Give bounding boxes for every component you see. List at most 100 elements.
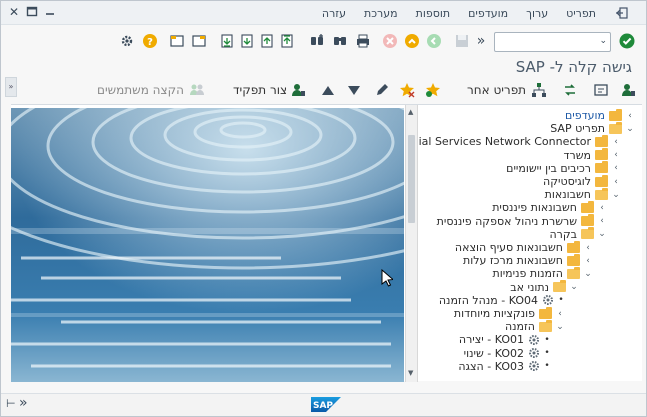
menu-item-help[interactable]: עזרה (322, 7, 346, 20)
scroll-up-icon[interactable]: ▲ (408, 108, 413, 116)
exit-icon[interactable] (404, 33, 420, 49)
chevron-down-icon[interactable]: ⌄ (612, 190, 620, 200)
tree-node[interactable]: ‹ Financial Services Network Connector (419, 134, 620, 148)
enter-checkmark-icon[interactable] (619, 33, 635, 49)
tree-node-label: הזמנות פנימיות (492, 267, 564, 281)
tree-node[interactable]: ‹ משרד (564, 148, 620, 162)
chevron-down-icon[interactable]: ⌄ (598, 229, 606, 239)
sap-menu-icon[interactable] (620, 82, 636, 98)
move-down-icon[interactable] (346, 82, 362, 98)
first-page-icon[interactable] (279, 33, 295, 49)
folder-icon (539, 306, 552, 319)
folder-open-icon (553, 280, 566, 293)
tree-node[interactable]: ‹ מועדפים (565, 108, 634, 122)
find-next-icon[interactable] (309, 33, 325, 49)
tree-node-label: KO03 - הצגה (458, 359, 524, 373)
tree-node[interactable]: ⌄ הזמנה (505, 319, 564, 333)
folder-icon (595, 161, 608, 174)
user-menu-icon[interactable] (593, 82, 609, 98)
help-icon[interactable]: ? (142, 33, 158, 49)
chevron-left-icon[interactable]: ‹ (612, 177, 620, 187)
sap-menu-tree-icon[interactable] (531, 82, 547, 98)
menu-item-edit[interactable]: ערוך (526, 7, 548, 20)
back-icon[interactable] (426, 33, 442, 49)
command-field[interactable]: ⌄ (494, 32, 611, 52)
chevron-left-icon[interactable]: ‹ (612, 150, 620, 160)
tree-node[interactable]: ‹ שרשרת ניהול אספקה פיננסית (436, 214, 606, 228)
tree-node[interactable]: • KO03 - הצגה (458, 360, 550, 373)
menu-item-system[interactable]: מערכת (364, 7, 398, 20)
maximize-icon[interactable] (25, 5, 39, 19)
create-role-button[interactable]: צור תפקיד (233, 83, 287, 97)
tree-node[interactable]: ‹ לוגיסטיקה (543, 174, 620, 188)
close-icon[interactable]: ✕ (7, 5, 21, 19)
tree-node-label: תפריט SAP (550, 122, 605, 136)
scroll-down-icon[interactable]: ▼ (408, 369, 413, 377)
title-bar: גישה קלה ל- SAP (1, 57, 646, 79)
scrollbar-thumb[interactable] (408, 135, 415, 223)
add-favorite-icon[interactable] (425, 82, 441, 98)
chevron-left-icon[interactable]: ‹ (584, 256, 592, 266)
tree-node[interactable]: ⌄ חשבונאות (545, 187, 620, 201)
previous-page-icon[interactable] (259, 33, 275, 49)
chevron-left-icon[interactable]: ‹ (612, 137, 620, 147)
tree-node[interactable]: ⌄ הזמנות פנימיות (492, 266, 593, 281)
edit-pencil-icon[interactable] (374, 82, 390, 98)
tree-node-label: שרשרת ניהול אספקה פיננסית (436, 214, 577, 228)
system-toolbar: ? » ⌄ (1, 27, 646, 57)
folder-icon (595, 174, 608, 187)
create-session-icon[interactable] (191, 33, 207, 49)
chevron-left-icon[interactable]: ‹ (556, 309, 564, 319)
save-icon[interactable] (454, 33, 470, 49)
sap-logo-text: SAP (313, 401, 333, 411)
tree-node[interactable]: ‹ חשבונאות פיננסית (492, 200, 606, 214)
chevron-down-icon[interactable]: ⌄ (626, 124, 634, 134)
folder-open-icon (595, 187, 608, 200)
menu-item-menu[interactable]: תפריט (566, 7, 596, 20)
chevron-left-icon[interactable]: ‹ (598, 216, 606, 226)
customize-layout-icon[interactable] (119, 33, 135, 49)
tree-node[interactable]: ⌄ נתוני אב (510, 280, 578, 294)
assign-users-button[interactable]: הקצה משתמשים (97, 83, 184, 97)
bottom-left-icon[interactable]: ⊢ (6, 397, 16, 410)
menu-item-favorites[interactable]: מועדפים (468, 7, 508, 20)
mouse-cursor-icon (381, 269, 393, 287)
chevron-down-icon[interactable]: ⌄ (599, 36, 607, 46)
move-up-icon[interactable] (320, 82, 336, 98)
tree-node-label: חשבונאות סעיף הוצאה (454, 241, 563, 254)
menu-item-extras[interactable]: תוספות (416, 7, 450, 20)
find-icon[interactable] (332, 33, 348, 49)
delete-favorite-icon[interactable] (399, 82, 415, 98)
chevron-left-icon[interactable]: ‹ (612, 163, 620, 173)
tree-node[interactable]: ⌄ בקרה (549, 227, 606, 241)
minimize-icon[interactable] (43, 5, 57, 19)
expand-toolbar-icon[interactable]: » (473, 33, 489, 49)
folder-icon (595, 134, 608, 147)
shortcut-icon[interactable] (169, 33, 185, 49)
tree-node[interactable]: ‹ חשבונאות סעיף הוצאה (454, 240, 592, 254)
tree-node[interactable]: ‹ רכיבים בין יישומיים (506, 161, 620, 175)
folder-icon (609, 108, 622, 121)
chevron-down-icon[interactable]: ⌄ (584, 269, 592, 279)
tree-node[interactable]: ‹ חשבונאות מרכז עלות (463, 253, 592, 267)
chevron-left-icon[interactable]: ‹ (584, 243, 592, 253)
tree-node[interactable]: • KO02 - שינוי (464, 347, 550, 360)
tree-node[interactable]: ⌄ תפריט SAP (550, 121, 634, 136)
exit-menu-icon[interactable] (614, 5, 630, 21)
chevron-down-icon[interactable]: ⌄ (556, 322, 564, 332)
next-page-icon[interactable] (239, 33, 255, 49)
cancel-icon[interactable] (382, 33, 398, 49)
chevron-left-icon[interactable]: ‹ (598, 203, 606, 213)
tree-node[interactable]: • KO04 - מנהל הזמנה (439, 294, 564, 307)
other-menu-button[interactable]: תפריט אחר (467, 83, 526, 97)
status-bar: ⊢ » SAP (1, 393, 646, 416)
last-page-icon[interactable] (219, 33, 235, 49)
transfer-icon[interactable] (562, 82, 578, 98)
chevron-down-icon[interactable]: ⌄ (570, 282, 578, 292)
tree-node[interactable]: ‹ פונקציות מיוחדות (454, 306, 564, 320)
splitter-scrollbar[interactable]: ▲ ▼ (405, 105, 418, 382)
tree-node[interactable]: • KO01 - יצירה (459, 333, 550, 346)
print-icon[interactable] (355, 33, 371, 49)
expand-status-icon[interactable]: » (19, 395, 28, 411)
chevron-left-icon[interactable]: ‹ (626, 111, 634, 121)
